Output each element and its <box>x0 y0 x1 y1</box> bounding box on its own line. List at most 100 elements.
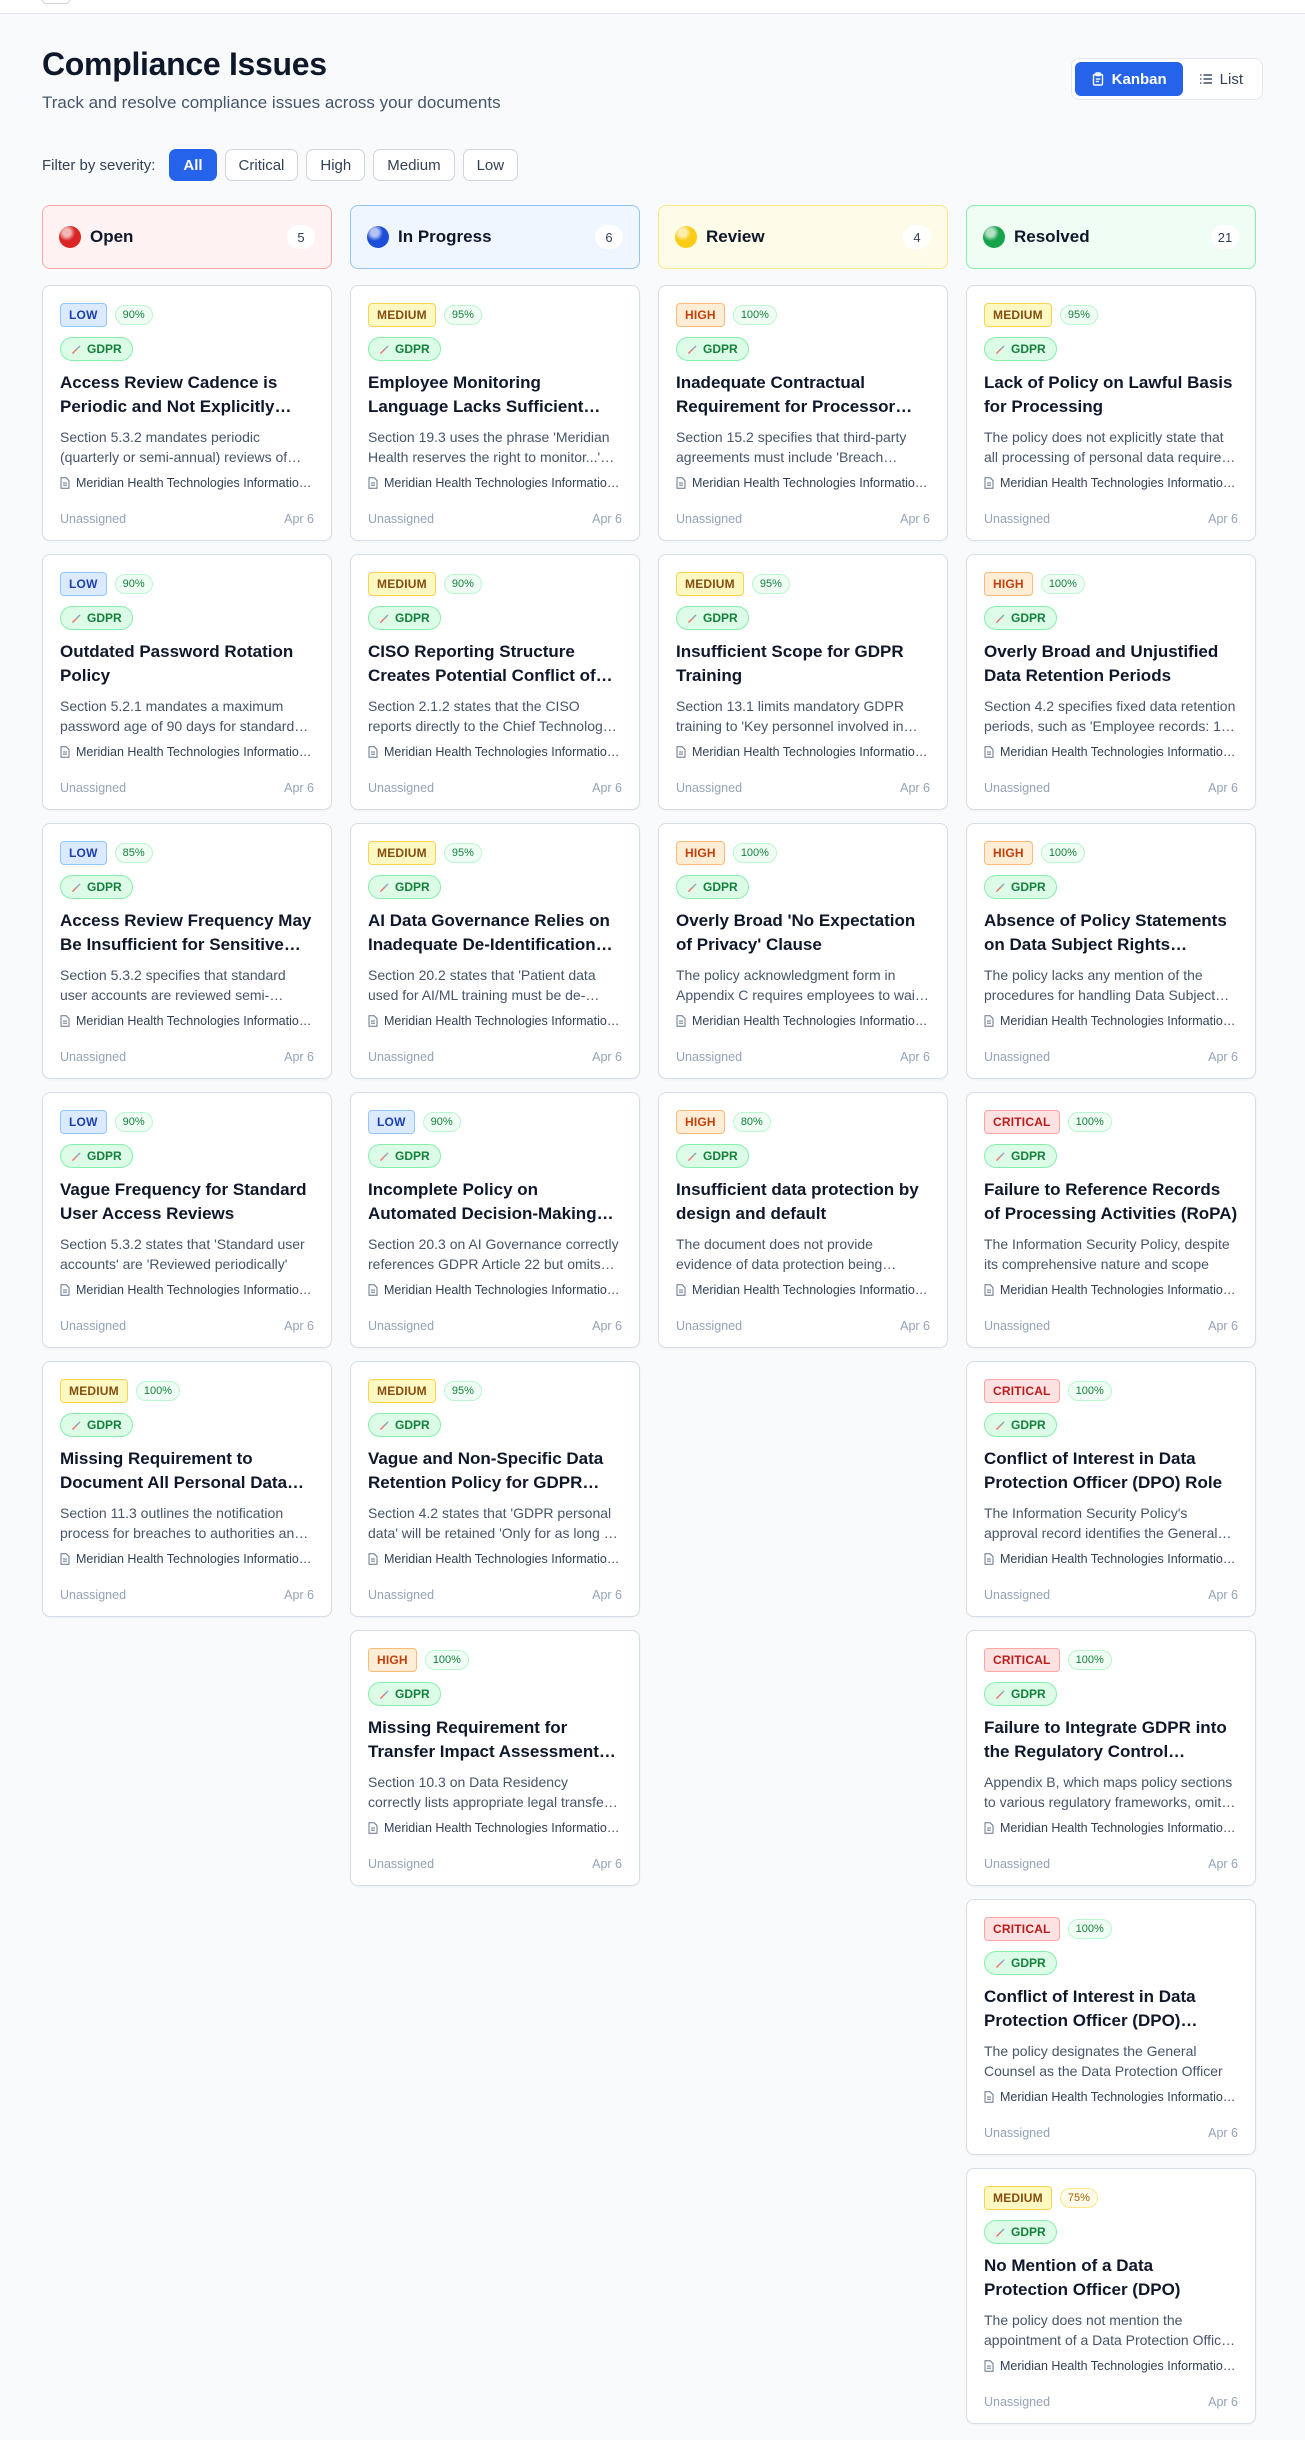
card-badges: LOW 90% <box>60 571 314 596</box>
source-document-name: Meridian Health Technologies Information… <box>692 1283 930 1297</box>
issue-card[interactable]: MEDIUM 95% GDPR Vague and Non-Specific Data… <box>350 1361 640 1617</box>
assignee: Unassigned <box>984 1319 1051 1333</box>
regulation-tag-label: GDPR <box>1011 1149 1046 1163</box>
assignee: Unassigned <box>676 1050 743 1064</box>
tag-icon <box>72 1421 81 1430</box>
issue-card[interactable]: CRITICAL 100% GDPR Conflict of Interest in … <box>966 1361 1256 1617</box>
issue-card[interactable]: HIGH 100% GDPR Inadequate Contractual Requi… <box>658 285 948 541</box>
document-icon <box>984 1284 994 1296</box>
source-document: Meridian Health Technologies Information… <box>984 1014 1238 1028</box>
issue-card[interactable]: LOW 90% GDPR Outdated Password Rotation Pol… <box>42 554 332 810</box>
list-label: List <box>1219 70 1243 88</box>
source-document: Meridian Health Technologies Information… <box>60 745 314 759</box>
assignee: Unassigned <box>368 1319 435 1333</box>
card-badges: LOW 85% <box>60 840 314 865</box>
severity-badge: MEDIUM <box>60 1378 128 1403</box>
issue-date: Apr 6 <box>592 512 622 526</box>
card-footer: Unassigned Apr 6 <box>60 512 314 526</box>
regulation-tag-label: GDPR <box>1011 1687 1046 1701</box>
view-toggle: Kanban List <box>1070 58 1263 100</box>
source-document: Meridian Health Technologies Information… <box>368 476 622 490</box>
issue-card[interactable]: HIGH 80% GDPR Insufficient data protection … <box>658 1092 948 1348</box>
tag-icon <box>380 1152 389 1161</box>
tag-icon <box>996 2228 1005 2237</box>
document-icon <box>676 746 686 758</box>
issue-card[interactable]: LOW 85% GDPR Access Review Frequency May Be… <box>42 823 332 1079</box>
issue-card[interactable]: LOW 90% GDPR Access Review Cadence is Perio… <box>42 285 332 541</box>
card-badges: CRITICAL 100% <box>984 1647 1238 1672</box>
issue-card[interactable]: HIGH 100% GDPR Overly Broad and Unjustified… <box>966 554 1256 810</box>
issue-description: Section 2.1.2 states that the CISO repor… <box>368 698 610 734</box>
regulation-tag: GDPR <box>368 1144 441 1168</box>
issue-card[interactable]: LOW 90% GDPR Incomplete Policy on Automated… <box>350 1092 640 1348</box>
issue-card[interactable]: MEDIUM 95% GDPR Lack of Policy on Lawful Ba… <box>966 285 1256 541</box>
issue-card[interactable]: LOW 90% GDPR Vague Frequency for Standard U… <box>42 1092 332 1348</box>
document-icon <box>676 1015 686 1027</box>
confidence-badge: 90% <box>114 573 153 594</box>
kanban-column-resolved: Resolved 21 MEDIUM 95% GDPR Lack of Policy on… <box>966 205 1256 2437</box>
card-footer: Unassigned Apr 6 <box>676 512 930 526</box>
card-footer: Unassigned Apr 6 <box>368 1588 622 1602</box>
filter-all-button[interactable]: All <box>169 149 217 181</box>
assignee: Unassigned <box>60 1588 127 1602</box>
source-document-name: Meridian Health Technologies Information… <box>76 1014 314 1028</box>
issue-title: Missing Requirement for Transfer Impact … <box>368 1718 609 1761</box>
issue-date: Apr 6 <box>284 1319 314 1333</box>
regulation-tag: GDPR <box>368 1413 441 1437</box>
issue-card[interactable]: MEDIUM 95% GDPR Employee Monitoring Languag… <box>350 285 640 541</box>
issue-card[interactable]: HIGH 100% GDPR Missing Requirement for Tran… <box>350 1630 640 1886</box>
filter-medium-button[interactable]: Medium <box>373 149 455 181</box>
assignee: Unassigned <box>984 1857 1051 1871</box>
severity-badge: LOW <box>60 302 107 327</box>
assignee: Unassigned <box>984 512 1051 526</box>
source-document-name: Meridian Health Technologies Information… <box>76 1552 314 1566</box>
document-icon <box>676 1284 686 1296</box>
source-document: Meridian Health Technologies Information… <box>60 476 314 490</box>
issue-title: Overly Broad 'No Expectation of Privacy'… <box>676 911 916 954</box>
card-badges: HIGH 100% <box>676 840 930 865</box>
issue-card[interactable]: MEDIUM 95% GDPR Insufficient Scope for GDPR… <box>658 554 948 810</box>
filter-critical-button[interactable]: Critical <box>224 149 299 181</box>
issue-title: Access Review Cadence is Periodic and No… <box>60 373 278 416</box>
source-document-name: Meridian Health Technologies Information… <box>1000 1821 1238 1835</box>
regulation-tag-label: GDPR <box>395 611 430 625</box>
card-badges: LOW 90% <box>60 302 314 327</box>
issue-date: Apr 6 <box>284 1050 314 1064</box>
filter-high-button[interactable]: High <box>306 149 366 181</box>
issue-card[interactable]: CRITICAL 100% GDPR Conflict of Interest in … <box>966 1899 1256 2155</box>
tag-icon <box>72 614 81 623</box>
column-count-badge: 6 <box>595 225 623 249</box>
confidence-badge: 90% <box>443 573 482 594</box>
card-badges: MEDIUM 95% <box>984 302 1238 327</box>
issue-title: CISO Reporting Structure Creates Potenti… <box>368 642 596 685</box>
severity-badge: MEDIUM <box>676 571 744 596</box>
issue-card[interactable]: HIGH 100% GDPR Absence of Policy Statements… <box>966 823 1256 1079</box>
column-header: Review 4 <box>658 205 948 269</box>
issue-description: The policy designates the General Counse… <box>984 2043 1223 2079</box>
issue-card[interactable]: CRITICAL 100% GDPR Failure to Reference Rec… <box>966 1092 1256 1348</box>
assignee: Unassigned <box>676 781 743 795</box>
issue-card[interactable]: HIGH 100% GDPR Overly Broad 'No Expectation… <box>658 823 948 1079</box>
regulation-tag: GDPR <box>368 1682 441 1706</box>
kanban-board: Open 5 LOW 90% GDPR Access Review Cadence is … <box>42 205 1263 2437</box>
issue-card[interactable]: MEDIUM 95% GDPR AI Data Governance Relies o… <box>350 823 640 1079</box>
issue-date: Apr 6 <box>900 1050 930 1064</box>
issue-card[interactable]: MEDIUM 90% GDPR CISO Reporting Structure Cr… <box>350 554 640 810</box>
regulation-tag: GDPR <box>984 337 1057 361</box>
document-icon <box>984 2360 994 2372</box>
column-count-badge: 4 <box>903 225 931 249</box>
issue-title: Missing Requirement to Document All Pers… <box>60 1449 288 1492</box>
source-document: Meridian Health Technologies Information… <box>676 1283 930 1297</box>
issue-card[interactable]: MEDIUM 100% GDPR Missing Requirement to Doc… <box>42 1361 332 1617</box>
filter-low-button[interactable]: Low <box>462 149 519 181</box>
card-footer: Unassigned Apr 6 <box>984 2126 1238 2140</box>
confidence-badge: 95% <box>443 1380 482 1401</box>
issue-card[interactable]: MEDIUM 75% GDPR No Mention of a Data Protec… <box>966 2168 1256 2424</box>
kanban-view-button[interactable]: Kanban <box>1074 62 1183 96</box>
issue-card[interactable]: CRITICAL 100% GDPR Failure to Integrate GDP… <box>966 1630 1256 1886</box>
source-document: Meridian Health Technologies Information… <box>984 476 1238 490</box>
list-view-button[interactable]: List <box>1183 62 1259 96</box>
severity-badge: LOW <box>60 1109 107 1134</box>
source-document-name: Meridian Health Technologies Information… <box>384 745 622 759</box>
issue-description: Section 11.3 outlines the notification p… <box>60 1505 303 1541</box>
